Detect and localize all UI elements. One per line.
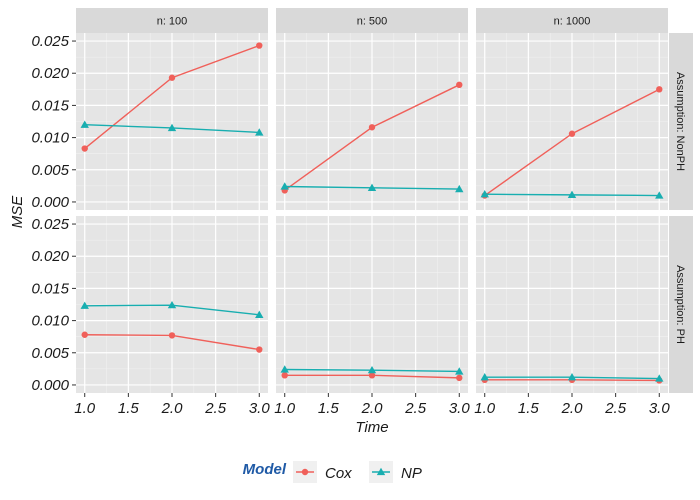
data-point-cox bbox=[81, 145, 88, 152]
faceted-line-chart: n: 100 n: 500 n: 1000 Assumption: NonPH Assu… bbox=[9, 8, 693, 483]
panel bbox=[476, 216, 668, 393]
x-tick-label: 2.5 bbox=[204, 400, 227, 417]
data-point-cox bbox=[656, 86, 663, 93]
y-tick-label: 0.005 bbox=[31, 345, 69, 362]
x-tick-label: 2.0 bbox=[561, 400, 584, 417]
data-point-cox bbox=[456, 374, 463, 382]
y-tick-label: 0.020 bbox=[31, 248, 69, 265]
legend-label: NP bbox=[401, 465, 422, 482]
facet-strip-label: n: 500 bbox=[357, 16, 388, 28]
data-point-cox bbox=[256, 42, 263, 49]
data-point-cox bbox=[568, 130, 576, 137]
x-tick-label: 1.5 bbox=[518, 400, 540, 417]
legend-title: Model bbox=[243, 461, 287, 478]
y-tick-label: 0.025 bbox=[31, 216, 69, 233]
legend-key-marker bbox=[301, 468, 309, 476]
y-tick-label: 0.010 bbox=[31, 130, 69, 147]
y-tick-label: 0.015 bbox=[31, 97, 69, 114]
data-point-cox bbox=[81, 331, 88, 338]
y-tick-label: 0.005 bbox=[31, 162, 69, 179]
data-point-cox bbox=[368, 124, 376, 131]
legend-label: Cox bbox=[325, 465, 352, 482]
x-tick-label: 1.0 bbox=[74, 400, 96, 417]
x-tick-label: 2.0 bbox=[361, 400, 384, 417]
y-axis-title: MSE bbox=[9, 195, 26, 229]
x-tick-label: 3.0 bbox=[649, 400, 671, 417]
y-tick-label: 0.010 bbox=[31, 313, 69, 330]
legend: Model Cox NP bbox=[243, 461, 422, 483]
x-tick-label: 3.0 bbox=[449, 400, 471, 417]
facet-strip-label: n: 100 bbox=[157, 16, 188, 28]
legend-entry: Cox bbox=[293, 461, 352, 483]
x-axis-title: Time bbox=[355, 419, 388, 436]
panel bbox=[276, 33, 468, 210]
facet-strip-label: Assumption: NonPH bbox=[674, 72, 686, 171]
panels-layer bbox=[76, 33, 668, 393]
y-tick-label: 0.000 bbox=[31, 377, 69, 394]
data-point-cox bbox=[256, 346, 263, 353]
x-tick-label: 1.0 bbox=[274, 400, 296, 417]
legend-entry: NP bbox=[369, 461, 422, 483]
facet-strip-label: n: 1000 bbox=[554, 16, 591, 28]
x-tick-label: 3.0 bbox=[249, 400, 271, 417]
facet-strip-label: Assumption: PH bbox=[674, 265, 686, 344]
data-point-cox bbox=[456, 81, 463, 89]
data-point-cox bbox=[168, 74, 176, 81]
y-tick-label: 0.020 bbox=[31, 65, 69, 82]
panel bbox=[476, 33, 668, 210]
y-tick-label: 0.015 bbox=[31, 280, 69, 297]
x-tick-label: 2.5 bbox=[604, 400, 627, 417]
x-tick-label: 1.5 bbox=[318, 400, 340, 417]
data-point-cox bbox=[168, 332, 176, 339]
x-tick-label: 2.5 bbox=[404, 400, 427, 417]
x-tick-label: 1.5 bbox=[118, 400, 140, 417]
panel bbox=[76, 33, 268, 210]
x-tick-label: 1.0 bbox=[474, 400, 496, 417]
data-point-cox bbox=[281, 372, 288, 379]
x-tick-label: 2.0 bbox=[161, 400, 184, 417]
y-tick-label: 0.000 bbox=[31, 194, 69, 211]
y-tick-label: 0.025 bbox=[31, 33, 69, 50]
